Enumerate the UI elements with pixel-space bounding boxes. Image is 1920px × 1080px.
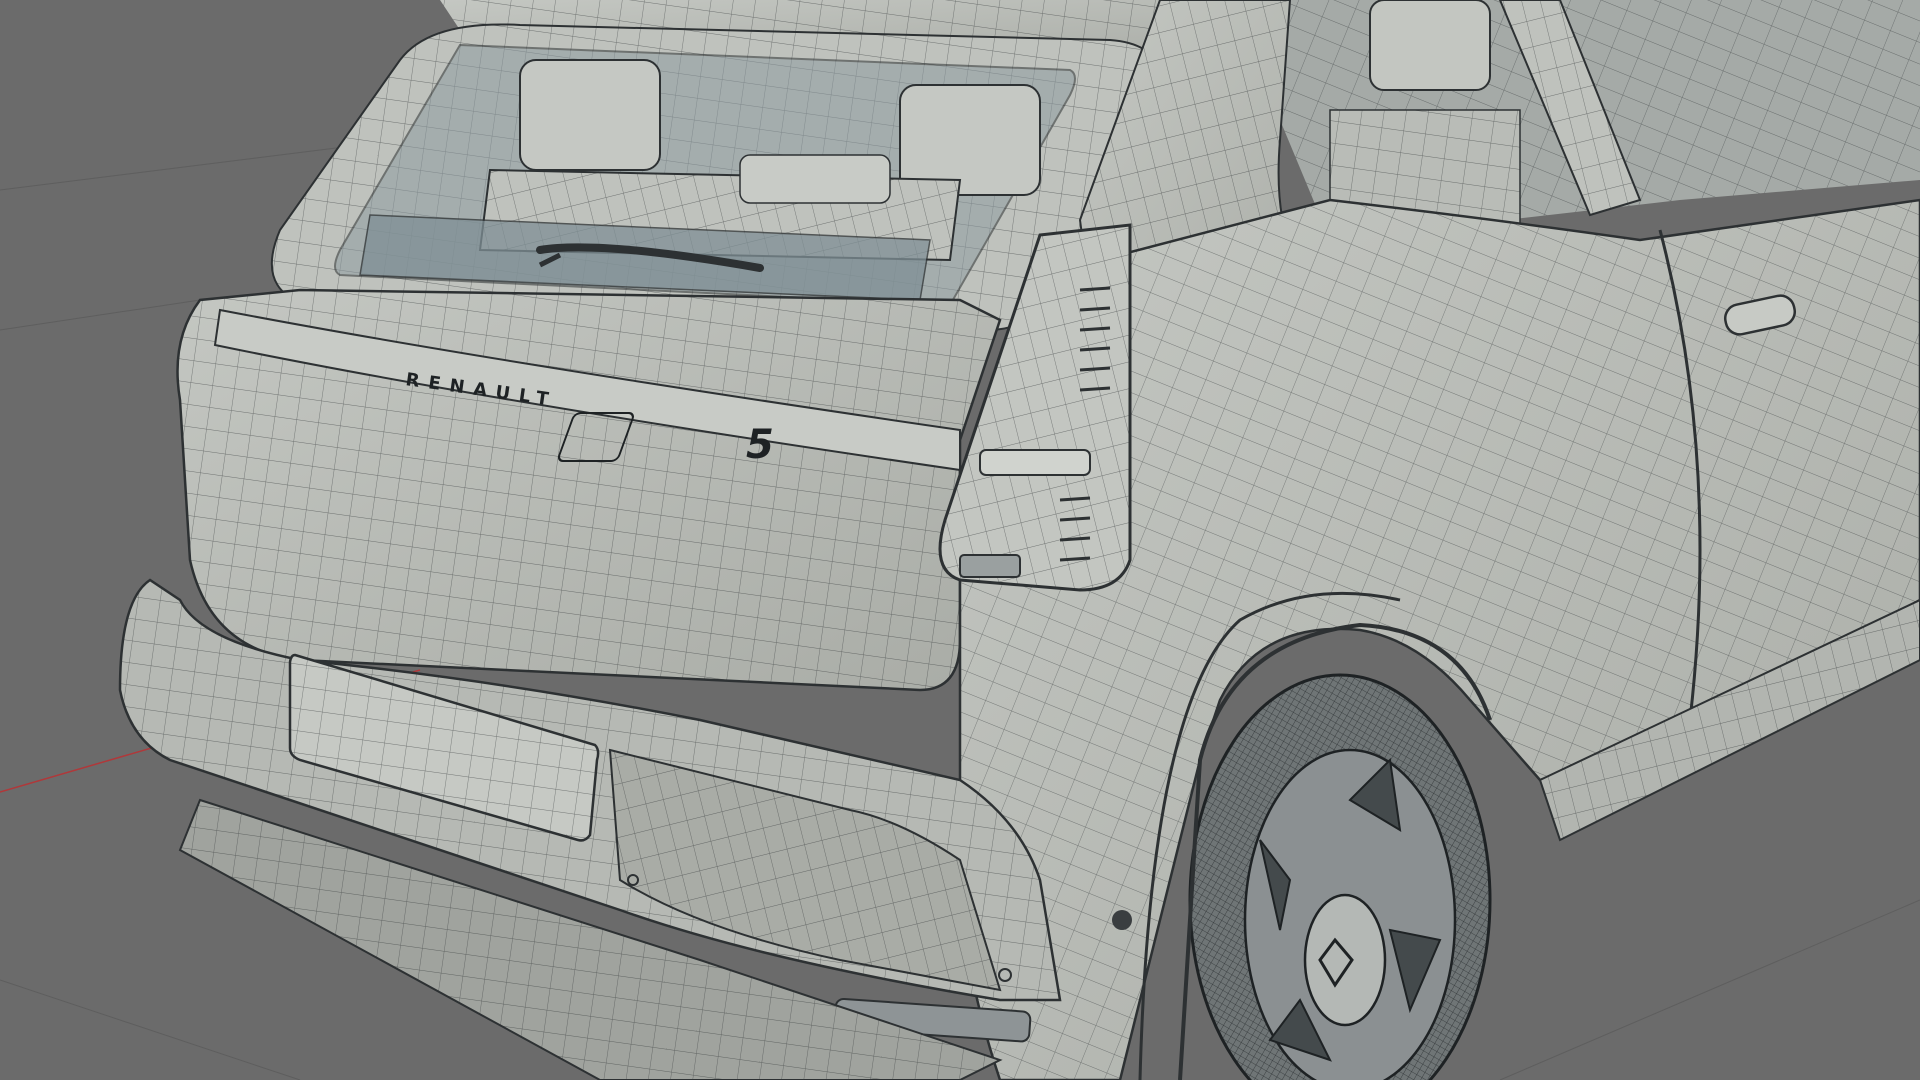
front-headrest <box>1369 0 1491 91</box>
parking-sensor-icon <box>1112 910 1132 930</box>
viewport-canvas[interactable]: RENAULT 5 <box>0 0 1920 1080</box>
svg-text:5: 5 <box>746 422 774 468</box>
3d-viewport[interactable]: RENAULT 5 <box>0 0 1920 1080</box>
